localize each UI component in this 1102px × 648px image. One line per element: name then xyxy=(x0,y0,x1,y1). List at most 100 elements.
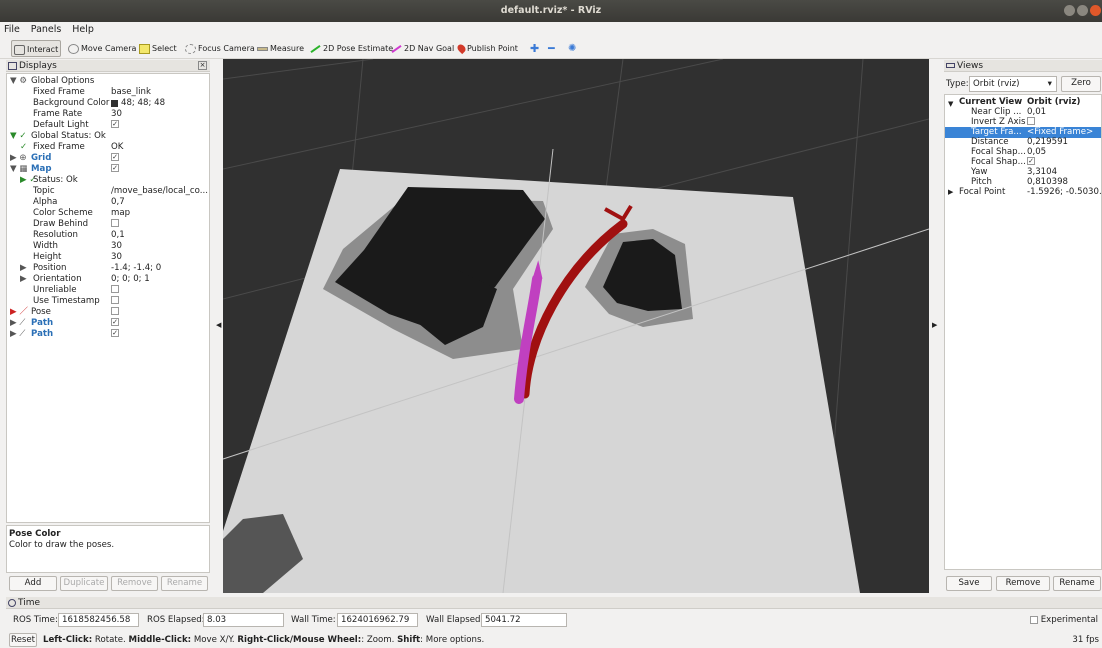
display-row[interactable]: Background Color 48; 48; 48 xyxy=(7,98,209,109)
move-camera-tool[interactable]: Move Camera xyxy=(66,40,136,57)
display-row[interactable]: Width 30 xyxy=(7,241,209,252)
menu-panels[interactable]: Panels xyxy=(27,22,66,35)
save-view-button[interactable]: Save xyxy=(946,576,992,591)
view-row-value[interactable]: ✓ xyxy=(1027,157,1035,165)
publish-point-tool[interactable]: Publish Point xyxy=(455,40,518,57)
display-row-value[interactable] xyxy=(111,307,119,315)
render-viewport[interactable] xyxy=(223,59,929,593)
ros-time-field[interactable]: 1618582456.58 xyxy=(58,613,139,627)
experimental-checkbox[interactable]: Experimental xyxy=(1030,613,1098,627)
collapse-right-icon[interactable]: ▶ xyxy=(932,321,937,329)
display-row[interactable]: ▶ Position -1.4; -1.4; 0 xyxy=(7,263,209,274)
menu-file[interactable]: File xyxy=(0,22,24,35)
add-display-button[interactable]: Add xyxy=(9,576,57,591)
display-row-value[interactable]: ✓ xyxy=(111,164,119,172)
view-row[interactable]: Focal Point -1.5926; -0.5030... ▶ xyxy=(945,187,1102,198)
left-splitter[interactable]: ◀ xyxy=(214,59,222,593)
display-row[interactable]: Alpha 0,7 xyxy=(7,197,209,208)
display-row-value[interactable]: ✓ xyxy=(111,120,119,128)
display-row[interactable]: Draw Behind xyxy=(7,219,209,230)
view-type-select[interactable]: Orbit (rviz) ▾ xyxy=(969,76,1057,92)
display-row[interactable]: Unreliable xyxy=(7,285,209,296)
nav-goal-tool[interactable]: 2D Nav Goal xyxy=(389,40,454,57)
display-row-value[interactable] xyxy=(111,219,119,227)
ros-elapsed-field[interactable]: 8.03 xyxy=(203,613,284,627)
tree-expander-icon[interactable]: ▼ ⚙ xyxy=(10,76,27,87)
display-row-value[interactable]: 48; 48; 48 xyxy=(121,98,165,109)
tree-expander-icon[interactable]: ✓ xyxy=(20,142,27,153)
tool-properties-icon[interactable]: ✺ xyxy=(566,40,576,57)
display-row-value[interactable]: 30 xyxy=(111,252,122,263)
display-row[interactable]: ▶ ⟋ Path ✓ xyxy=(7,329,209,340)
select-tool[interactable]: Select xyxy=(137,40,177,57)
close-icon[interactable] xyxy=(1090,5,1101,16)
view-row-value[interactable] xyxy=(1027,117,1035,125)
zero-view-button[interactable]: Zero xyxy=(1061,76,1101,92)
display-row-value[interactable]: ✓ xyxy=(111,318,119,326)
display-row[interactable]: ▶ ✓ Status: Ok xyxy=(7,175,209,186)
display-row[interactable]: ▼ ▦ Map ✓ xyxy=(7,164,209,175)
display-row-value[interactable] xyxy=(111,285,119,293)
display-row[interactable]: Height 30 xyxy=(7,252,209,263)
tree-expander-icon[interactable]: ▶ xyxy=(20,274,27,285)
display-row[interactable]: ✓ Fixed Frame OK xyxy=(7,142,209,153)
rename-view-button[interactable]: Rename xyxy=(1053,576,1101,591)
color-swatch[interactable] xyxy=(111,100,118,107)
remove-tool-icon[interactable]: ━ xyxy=(546,40,555,57)
display-row[interactable]: Resolution 0,1 xyxy=(7,230,209,241)
close-panel-icon[interactable]: × xyxy=(198,61,207,70)
display-row-value[interactable]: 0,1 xyxy=(111,230,125,241)
display-row[interactable]: ▼ ⚙ Global Options xyxy=(7,76,209,87)
display-row[interactable]: Default Light ✓ xyxy=(7,120,209,131)
display-row-value[interactable]: 30 xyxy=(111,109,122,120)
duplicate-display-button[interactable]: Duplicate xyxy=(60,576,108,591)
tree-expander-icon[interactable]: ▶ ⟋ xyxy=(10,329,25,340)
tree-expander-icon[interactable]: ▶ xyxy=(20,263,27,274)
minimize-icon[interactable] xyxy=(1064,5,1075,16)
remove-display-button[interactable]: Remove xyxy=(111,576,158,591)
ruler-icon xyxy=(257,46,268,51)
display-row[interactable]: ▶ Orientation 0; 0; 0; 1 xyxy=(7,274,209,285)
right-splitter[interactable]: ▶ xyxy=(930,59,938,593)
display-row-value[interactable]: ✓ xyxy=(111,153,119,161)
display-row[interactable]: Frame Rate 30 xyxy=(7,109,209,120)
display-row[interactable]: Topic/move_base/local_co... xyxy=(7,186,209,197)
display-row-value[interactable]: -1.4; -1.4; 0 xyxy=(111,263,161,274)
wall-time-field[interactable]: 1624016962.79 xyxy=(337,613,418,627)
display-row-value[interactable]: map xyxy=(111,208,130,219)
display-row-value[interactable]: /move_base/local_co... xyxy=(111,186,208,197)
maximize-icon[interactable] xyxy=(1077,5,1088,16)
display-row[interactable]: Color Scheme map xyxy=(7,208,209,219)
collapse-left-icon[interactable]: ◀ xyxy=(216,321,221,329)
display-row-value[interactable]: 30 xyxy=(111,241,122,252)
rename-display-button[interactable]: Rename xyxy=(161,576,208,591)
display-row-value[interactable]: OK xyxy=(111,142,123,153)
tree-expander-icon[interactable]: ▶ ⟋ xyxy=(10,318,25,329)
focus-camera-tool[interactable]: Focus Camera xyxy=(183,40,255,57)
display-row[interactable]: ▶ ／ Pose xyxy=(7,307,209,318)
display-row-value[interactable]: ✓ xyxy=(111,329,119,337)
remove-view-button[interactable]: Remove xyxy=(996,576,1050,591)
display-row[interactable]: ▶ ⟋ Path ✓ xyxy=(7,318,209,329)
display-row[interactable]: Use Timestamp xyxy=(7,296,209,307)
display-row[interactable]: ▼ ✓ Global Status: Ok xyxy=(7,131,209,142)
view-row-value[interactable]: -1.5926; -0.5030... xyxy=(1027,187,1102,198)
expand-arrow-icon[interactable]: ▶ xyxy=(948,187,953,198)
display-row-value[interactable]: base_link xyxy=(111,87,151,98)
tree-expander-icon[interactable]: ▼ ✓ xyxy=(10,131,27,142)
interact-tool[interactable]: Interact xyxy=(11,40,61,57)
display-row[interactable]: ▶ ⊕ Grid ✓ xyxy=(7,153,209,164)
wall-elapsed-field[interactable]: 5041.72 xyxy=(481,613,567,627)
tree-expander-icon[interactable]: ▶ ／ xyxy=(10,307,28,318)
tree-expander-icon[interactable]: ▼ ▦ xyxy=(10,164,27,175)
add-tool-icon[interactable]: ✚ xyxy=(528,40,539,57)
reset-button[interactable]: Reset xyxy=(9,633,37,647)
tree-expander-icon[interactable]: ▶ ⊕ xyxy=(10,153,27,164)
display-row-value[interactable] xyxy=(111,296,119,304)
display-row-value[interactable]: 0; 0; 0; 1 xyxy=(111,274,150,285)
menu-help[interactable]: Help xyxy=(68,22,98,35)
pose-estimate-tool[interactable]: 2D Pose Estimate xyxy=(308,40,393,57)
display-row[interactable]: Fixed Frame base_link xyxy=(7,87,209,98)
measure-tool[interactable]: Measure xyxy=(255,40,304,57)
display-row-value[interactable]: 0,7 xyxy=(111,197,125,208)
